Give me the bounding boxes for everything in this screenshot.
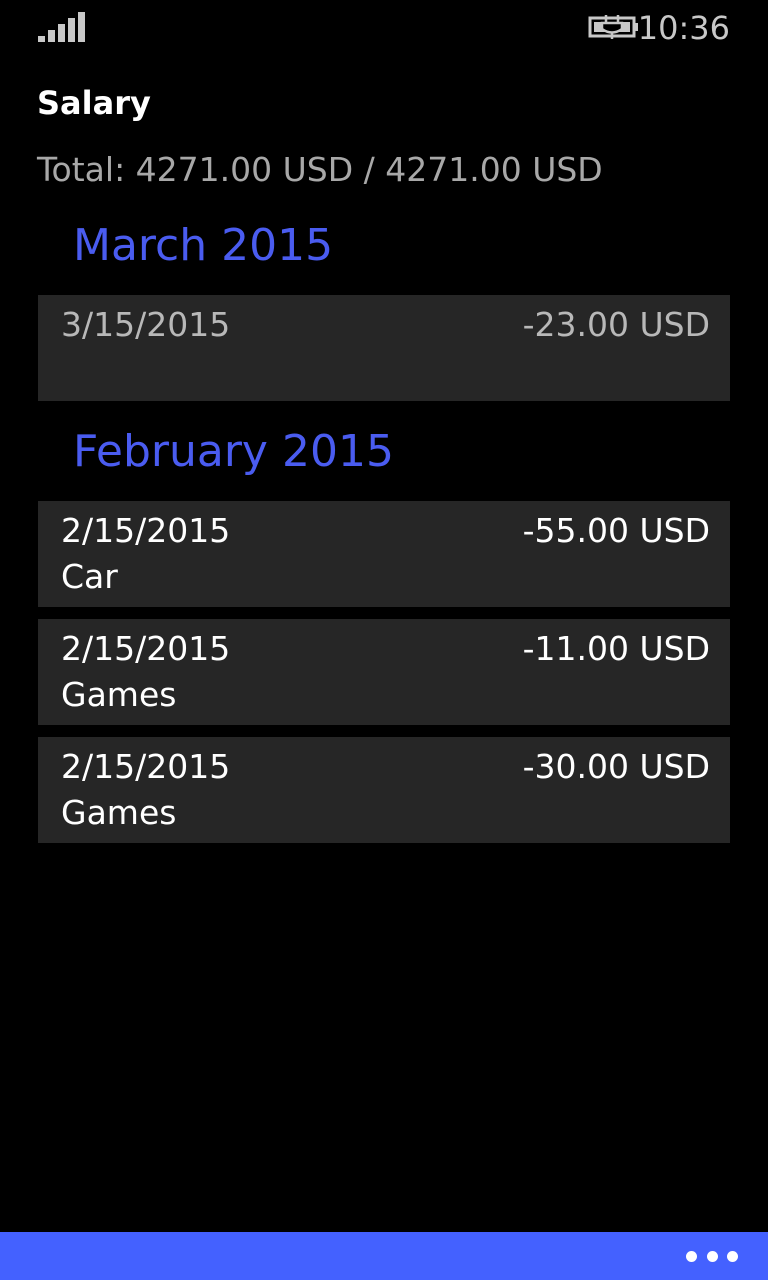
- dot: [706, 1250, 718, 1262]
- transaction-date: 2/15/2015: [61, 747, 231, 786]
- transaction-date: 2/15/2015: [61, 629, 231, 668]
- transaction-date: 3/15/2015: [61, 305, 231, 344]
- transaction-item[interactable]: 2/15/2015 -11.00 USD Games: [38, 619, 730, 725]
- transaction-item[interactable]: 2/15/2015 -55.00 USD Car: [38, 501, 730, 607]
- transaction-amount: -30.00 USD: [522, 747, 710, 786]
- transaction-amount: -11.00 USD: [522, 629, 710, 668]
- transaction-amount: -55.00 USD: [522, 511, 710, 550]
- month-header[interactable]: February 2015: [38, 421, 730, 483]
- dot: [727, 1250, 738, 1262]
- dot: [686, 1250, 697, 1262]
- app-bar: [0, 1232, 768, 1280]
- ellipsis-icon[interactable]: [686, 1246, 738, 1266]
- month-group-february: February 2015 2/15/2015 -55.00 USD Car 2…: [38, 421, 730, 843]
- transaction-amount: -23.00 USD: [522, 305, 710, 344]
- transaction-list: March 2015 3/15/2015 -23.00 USD February…: [38, 215, 730, 855]
- transaction-category: Games: [61, 793, 177, 832]
- transaction-category: Car: [61, 557, 118, 596]
- transaction-category: Games: [61, 675, 177, 714]
- month-header[interactable]: March 2015: [38, 215, 730, 277]
- transaction-item[interactable]: 3/15/2015 -23.00 USD: [38, 295, 730, 401]
- transaction-date: 2/15/2015: [61, 511, 231, 550]
- status-bar: 10:36: [0, 0, 768, 56]
- battery-charging-icon: [588, 15, 638, 39]
- month-group-march: March 2015 3/15/2015 -23.00 USD: [38, 215, 730, 401]
- signal-strength-icon: [38, 12, 86, 42]
- page-title: Salary: [37, 84, 151, 122]
- total-summary: Total: 4271.00 USD / 4271.00 USD: [37, 150, 603, 189]
- status-clock: 10:36: [637, 9, 730, 47]
- transaction-item[interactable]: 2/15/2015 -30.00 USD Games: [38, 737, 730, 843]
